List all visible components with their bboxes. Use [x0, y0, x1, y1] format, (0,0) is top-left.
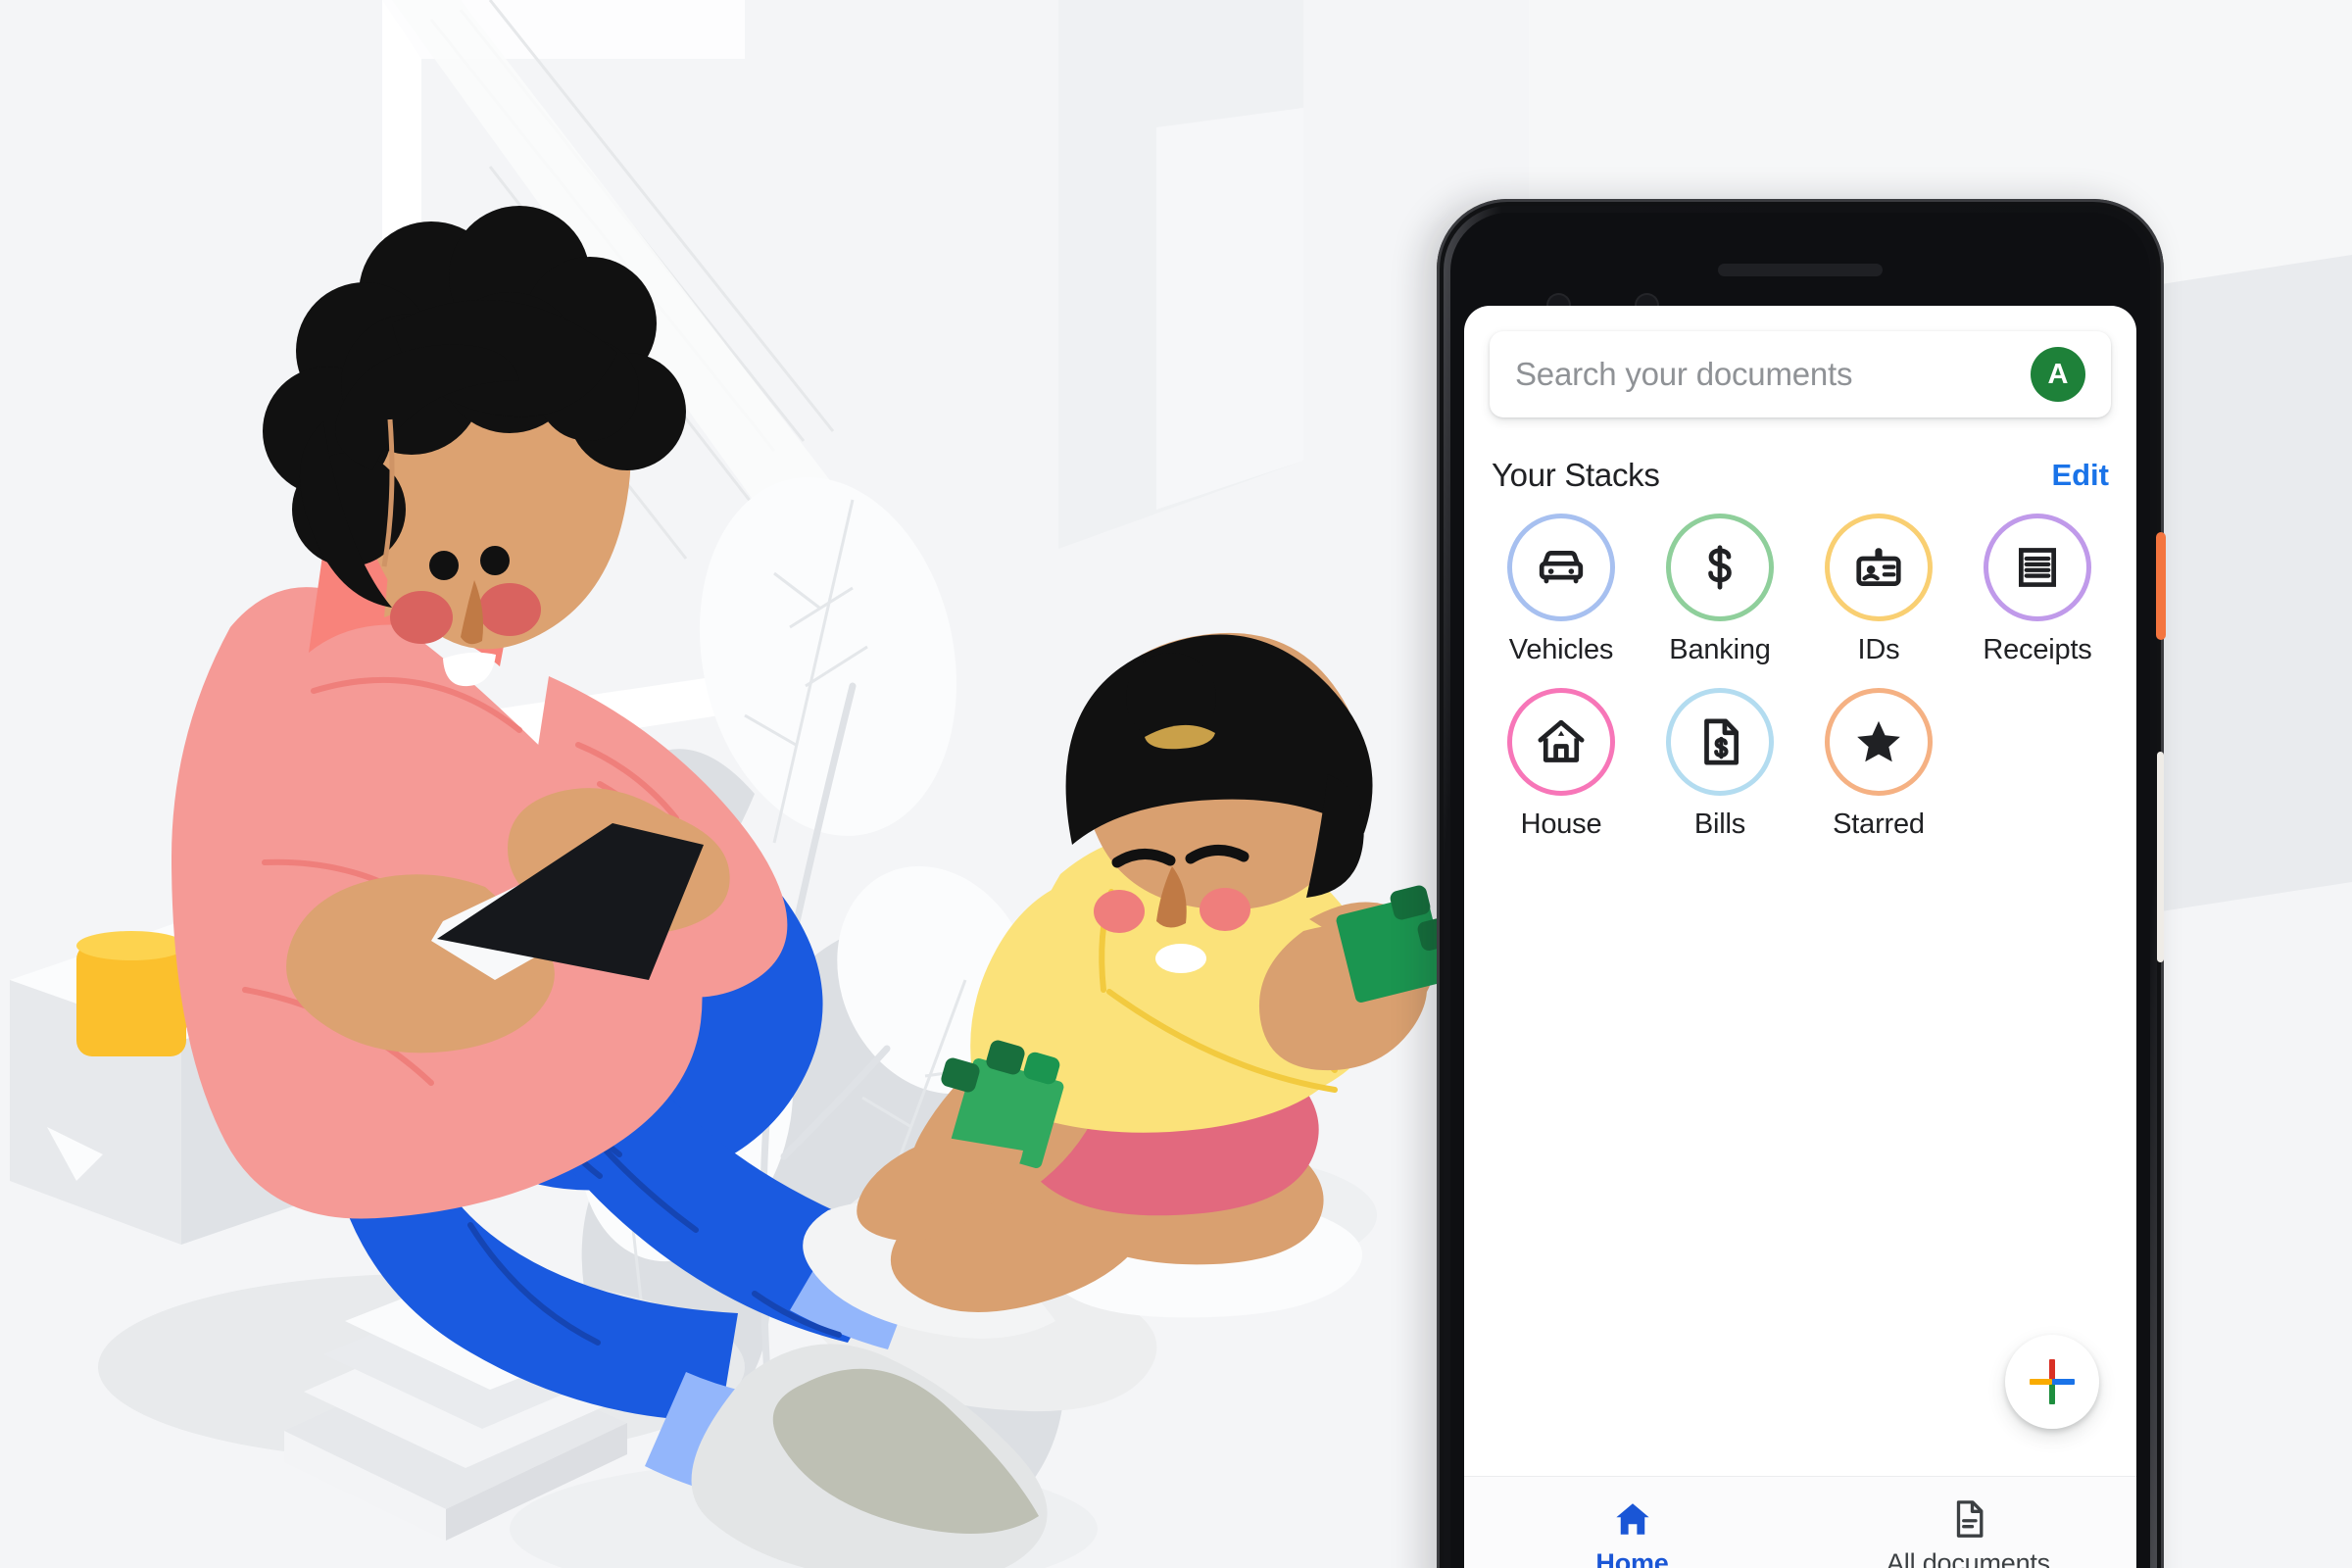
nav-item-all-documents[interactable]: All documents	[1800, 1477, 2136, 1568]
volume-button[interactable]	[2157, 752, 2164, 962]
stack-label: House	[1520, 808, 1602, 840]
eye-right	[480, 546, 510, 575]
eye-left	[429, 551, 459, 580]
illustration-stage: Search your documents A Your Stacks Edit…	[0, 0, 2352, 1568]
nav-item-home[interactable]: Home	[1464, 1477, 1800, 1568]
stack-ring	[1666, 688, 1774, 796]
stack-ring	[1507, 688, 1615, 796]
stack-ring	[1825, 688, 1933, 796]
stack-item-receipts[interactable]: Receipts	[1958, 514, 2117, 666]
avatar[interactable]: A	[2031, 347, 2085, 402]
document-icon	[1956, 1500, 1983, 1538]
receipt-icon	[2018, 548, 2057, 587]
app-home-screen: Search your documents A Your Stacks Edit…	[1464, 306, 2136, 1568]
stack-label: Banking	[1669, 634, 1771, 665]
stack-item-vehicles[interactable]: Vehicles	[1482, 514, 1641, 666]
stack-item-house[interactable]: House	[1482, 688, 1641, 841]
search-input[interactable]: Search your documents	[1515, 356, 2031, 393]
stacks-grid: Vehicles Banking IDs Receipts House Bills Star…	[1482, 514, 2119, 862]
stack-ring	[1666, 514, 1774, 621]
nav-label-all-documents: All documents	[1886, 1548, 2050, 1568]
bill-icon	[1704, 718, 1740, 765]
nav-label-home: Home	[1595, 1548, 1669, 1568]
edit-button[interactable]: Edit	[2051, 458, 2109, 493]
stack-label: Bills	[1693, 808, 1746, 840]
stack-label: IDs	[1857, 634, 1900, 665]
stack-label: Receipts	[1983, 634, 2092, 665]
page-title: Your Stacks	[1492, 457, 1660, 493]
stack-item-starred[interactable]: Starred	[1799, 688, 1958, 841]
bottom-navigation: Home All documents	[1464, 1476, 2136, 1568]
earpiece-speaker	[1718, 264, 1883, 276]
badge-icon	[1856, 548, 1901, 587]
people-illustration	[10, 206, 1454, 1568]
stack-item-ids[interactable]: IDs	[1799, 514, 1958, 666]
power-button[interactable]	[2156, 532, 2166, 640]
dollar-icon	[1708, 545, 1732, 590]
house-icon	[1538, 719, 1585, 762]
stack-item-banking[interactable]: Banking	[1641, 514, 1799, 666]
star-icon	[1857, 720, 1900, 762]
car-icon	[1539, 551, 1584, 584]
stack-label: Vehicles	[1508, 634, 1614, 665]
search-bar[interactable]: Search your documents A	[1490, 331, 2111, 417]
add-button[interactable]	[2005, 1335, 2099, 1429]
stack-ring	[1507, 514, 1615, 621]
stack-ring	[1825, 514, 1933, 621]
plus-icon	[2030, 1359, 2075, 1404]
stack-ring	[1984, 514, 2091, 621]
home-icon	[1615, 1503, 1649, 1535]
stack-item-bills[interactable]: Bills	[1641, 688, 1799, 841]
phone-screen: Search your documents A Your Stacks Edit…	[1464, 306, 2136, 1568]
stacks-header: Your Stacks Edit	[1464, 451, 2136, 500]
stack-label: Starred	[1833, 808, 1925, 840]
